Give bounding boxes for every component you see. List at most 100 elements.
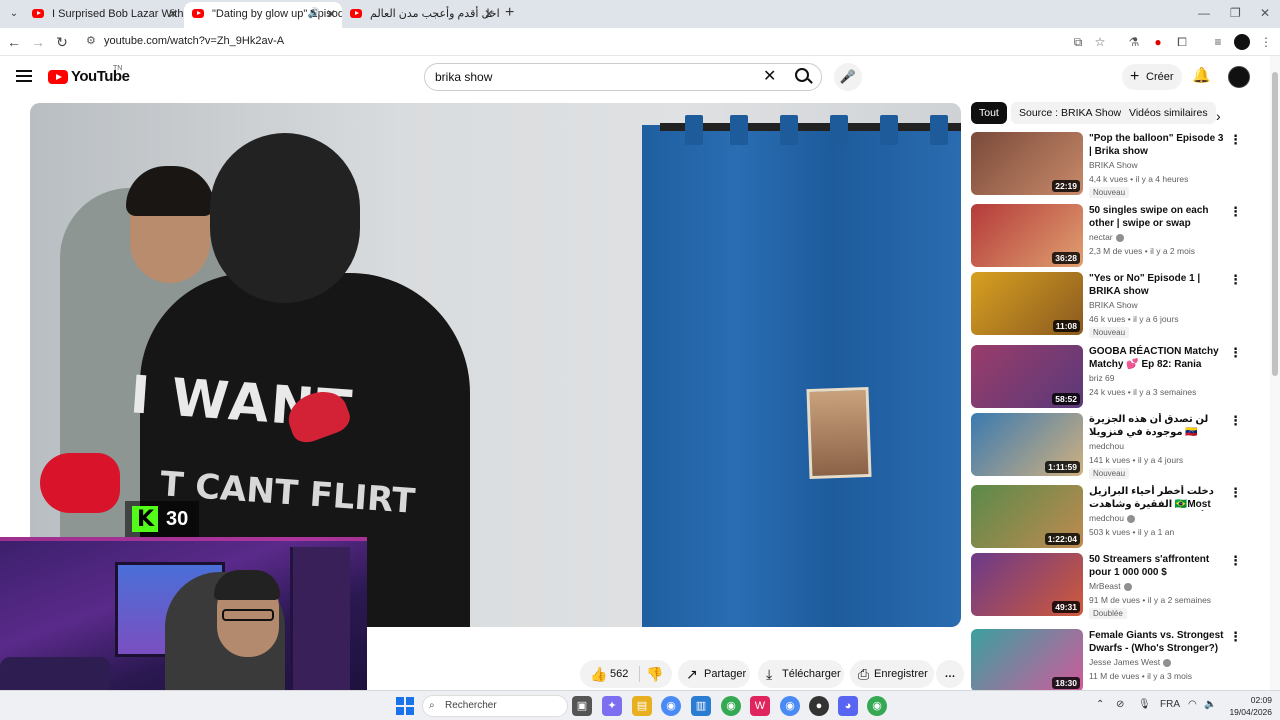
video-title[interactable]: "Pop the balloon" Episode 3 | Brika show — [1089, 132, 1227, 158]
browser-menu-icon[interactable]: ⋮ — [1258, 34, 1274, 50]
video-thumbnail[interactable]: 49:31 — [971, 553, 1083, 616]
task-view-icon[interactable]: ▣ — [572, 696, 592, 716]
scrollbar-thumb[interactable] — [1272, 72, 1278, 376]
more-actions-icon[interactable]: … — [936, 660, 964, 688]
dislike-thumb-down-icon[interactable]: 👎 — [646, 660, 663, 688]
close-tab-icon[interactable]: ✕ — [168, 2, 178, 26]
clear-search-icon[interactable]: ✕ — [763, 67, 776, 87]
video-title[interactable]: 50 singles swipe on each other | swipe o… — [1089, 204, 1227, 230]
taskbar-search[interactable]: ⌕ Rechercher — [422, 695, 568, 717]
reload-icon[interactable]: ↻ — [52, 32, 72, 52]
video-thumbnail[interactable]: 18:30 — [971, 629, 1083, 692]
video-thumbnail[interactable]: 1:22:04 — [971, 485, 1083, 548]
like-count[interactable]: 562 — [610, 660, 628, 688]
recommendation-item[interactable]: 49:31 50 Streamers s'affrontent pour 1 0… — [971, 553, 1251, 619]
guide-menu-icon[interactable] — [16, 70, 32, 82]
browser-tab-2[interactable]: "Dating by glow up" Episod 🔊 ✕ — [184, 2, 342, 28]
address-bar[interactable]: ⚙ youtube.com/watch?v=Zh_9Hk2av-A — [80, 31, 1110, 53]
channel-name[interactable]: Jesse James West — [1089, 657, 1172, 667]
extensions-puzzle-icon[interactable]: ⧠ — [1174, 34, 1190, 50]
browser-tab-1[interactable]: I Surprised Bob Lazar With NA... ✕ — [24, 2, 184, 26]
back-icon[interactable]: ← — [4, 32, 24, 52]
copilot-icon[interactable]: ✦ — [602, 696, 622, 716]
save-button[interactable]: ⎙ Enregistrer — [850, 660, 934, 688]
channel-name[interactable]: briz 69 — [1089, 373, 1115, 383]
video-thumbnail[interactable]: 11:08 — [971, 272, 1083, 335]
page-scrollbar[interactable] — [1270, 56, 1280, 690]
wps-office-icon[interactable]: W — [750, 696, 770, 716]
video-thumbnail[interactable]: 36:28 — [971, 204, 1083, 267]
store-icon[interactable]: ▥ — [691, 696, 711, 716]
chrome-profile-icon[interactable]: ◉ — [721, 696, 741, 716]
channel-name[interactable]: BRIKA Show — [1089, 300, 1138, 310]
bookmark-star-icon[interactable]: ☆ — [1092, 34, 1108, 50]
search-box[interactable]: brika show ✕ — [424, 63, 822, 91]
video-title[interactable]: GOOBA RÉACTION Matchy Matchy 💕 Ep 82: Ra… — [1089, 345, 1227, 371]
search-icon[interactable] — [795, 68, 809, 82]
tray-overflow-icon[interactable]: ⌃ — [1096, 699, 1104, 710]
microphone-icon[interactable]: 🎙 — [1138, 699, 1151, 710]
like-thumb-up-icon[interactable]: 👍 — [590, 660, 607, 688]
discord-icon[interactable]: ◕ — [838, 696, 858, 716]
network-icon[interactable]: ⊘ — [1116, 699, 1124, 710]
site-info-icon[interactable]: ⚙ — [86, 34, 96, 47]
language-indicator[interactable]: FRA — [1160, 699, 1180, 710]
video-thumbnail[interactable]: 58:52 — [971, 345, 1083, 408]
notifications-bell-icon[interactable]: 🔔 — [1192, 66, 1211, 84]
youtube-logo[interactable]: YouTube TN — [48, 65, 138, 88]
adblock-extension-icon[interactable]: ● — [1150, 34, 1166, 50]
restore-icon[interactable]: ❐ — [1230, 6, 1241, 20]
recommendation-item[interactable]: 58:52 GOOBA RÉACTION Matchy Matchy 💕 Ep … — [971, 345, 1251, 409]
recommendation-item[interactable]: 1:22:04 دخلت أخطر أحياء البرازيل الفقيرة… — [971, 485, 1251, 549]
more-vert-icon[interactable]: ⋮ — [1229, 132, 1242, 148]
video-thumbnail[interactable]: 22:19 — [971, 132, 1083, 195]
file-explorer-icon[interactable]: ▤ — [632, 696, 652, 716]
channel-name[interactable]: nectar — [1089, 232, 1124, 242]
minimize-icon[interactable]: — — [1198, 6, 1210, 20]
channel-name[interactable]: MrBeast — [1089, 581, 1132, 591]
speaker-icon[interactable]: 🔊 — [308, 2, 320, 26]
recommendation-item[interactable]: 36:28 50 singles swipe on each other | s… — [971, 204, 1251, 268]
extension-icon[interactable]: ⚗ — [1126, 34, 1142, 50]
more-vert-icon[interactable]: ⋮ — [1229, 413, 1242, 429]
more-vert-icon[interactable]: ⋮ — [1229, 553, 1242, 569]
wifi-icon[interactable]: ◠ — [1188, 699, 1197, 710]
close-tab-icon[interactable]: ✕ — [326, 2, 336, 26]
recommendation-item[interactable]: 22:19 "Pop the balloon" Episode 3 | Brik… — [971, 132, 1251, 198]
create-button[interactable]: + Créer — [1122, 64, 1182, 90]
profile-avatar-icon[interactable] — [1234, 34, 1250, 50]
chip-source-brika[interactable]: Source : BRIKA Show — [1011, 102, 1130, 124]
new-tab-button[interactable]: + — [505, 5, 514, 21]
voice-search-microphone-icon[interactable]: 🎤 — [834, 63, 862, 91]
video-title[interactable]: لن تصدق أن هذه الجزيرة موجودة في فنزويلا… — [1089, 413, 1227, 439]
video-title[interactable]: "Yes or No" Episode 1 | BRIKA show — [1089, 272, 1227, 298]
video-title[interactable]: 50 Streamers s'affrontent pour 1 000 000… — [1089, 553, 1227, 579]
account-avatar[interactable] — [1228, 66, 1250, 88]
video-title[interactable]: دخلت أخطر أحياء البرازيل الفقيرة وشاهدت … — [1089, 485, 1227, 511]
recommendation-item[interactable]: 11:08 "Yes or No" Episode 1 | BRIKA show… — [971, 272, 1251, 338]
forward-icon[interactable]: → — [28, 32, 48, 52]
recommendation-item[interactable]: 18:30 Female Giants vs. Strongest Dwarfs… — [971, 629, 1251, 693]
install-app-icon[interactable]: ⧉ — [1070, 34, 1086, 50]
channel-name[interactable]: medchou — [1089, 513, 1135, 523]
more-vert-icon[interactable]: ⋮ — [1229, 485, 1242, 501]
chrome-extra-icon[interactable]: ◉ — [867, 696, 887, 716]
close-tab-icon[interactable]: ✕ — [484, 2, 494, 26]
more-vert-icon[interactable]: ⋮ — [1229, 272, 1242, 288]
more-vert-icon[interactable]: ⋮ — [1229, 204, 1242, 220]
more-vert-icon[interactable]: ⋮ — [1229, 345, 1242, 361]
share-button[interactable]: ↗ Partager — [678, 660, 750, 688]
tab-search-icon[interactable]: ⌄ — [6, 6, 22, 22]
recommendation-item[interactable]: 1:11:59 لن تصدق أن هذه الجزيرة موجودة في… — [971, 413, 1251, 479]
windows-start-icon[interactable] — [396, 697, 414, 715]
taskbar-clock[interactable]: 02:09 19/04/2026 — [1222, 694, 1272, 718]
video-thumbnail[interactable]: 1:11:59 — [971, 413, 1083, 476]
channel-name[interactable]: BRIKA Show — [1089, 160, 1138, 170]
download-button[interactable]: ⤓ Télécharger — [758, 660, 844, 688]
browser-tab-3[interactable]: داخل أقدم وأعجب مدن العالم ... ✕ — [342, 2, 500, 26]
chip-related-videos[interactable]: Vidéos similaires — [1121, 102, 1216, 124]
reading-list-icon[interactable]: ≡ — [1210, 34, 1226, 50]
chevron-right-icon[interactable]: › — [1216, 108, 1221, 124]
volume-icon[interactable]: 🔈 — [1204, 699, 1216, 710]
obs-icon[interactable]: ● — [809, 696, 829, 716]
